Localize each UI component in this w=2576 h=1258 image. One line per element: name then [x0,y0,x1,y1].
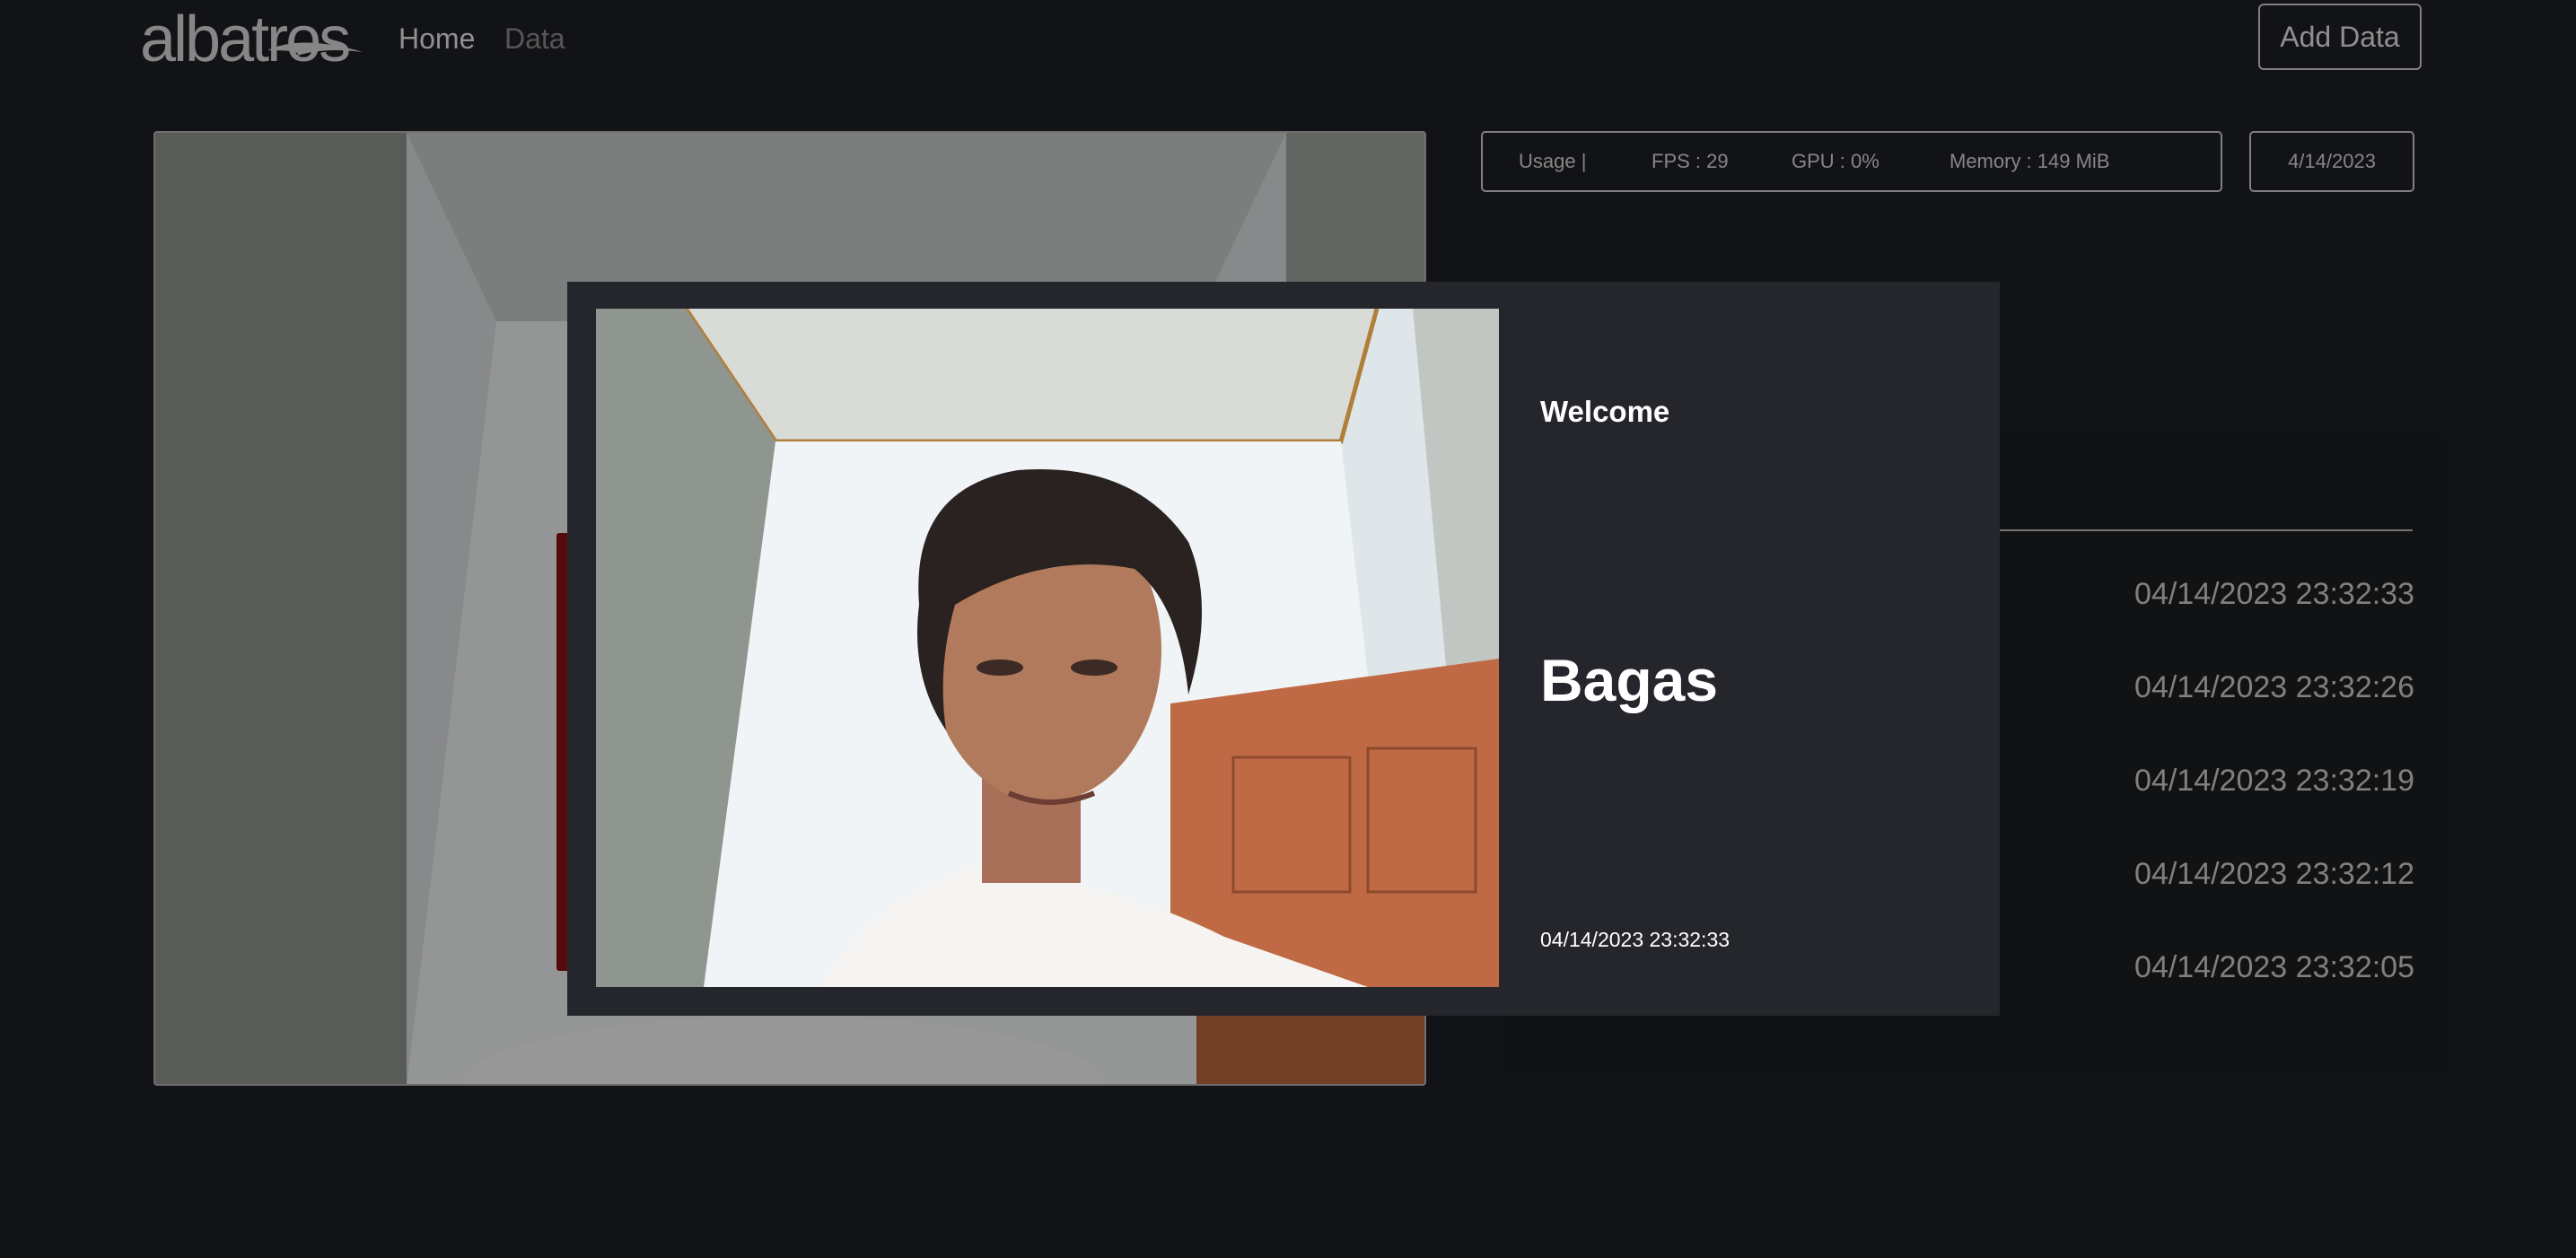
history-entry[interactable]: 04/14/2023 23:32:26 [2134,668,2414,707]
albatros-logo[interactable]: albatros [140,4,364,75]
gpu-value: GPU : 0% [1792,150,1879,172]
add-data-button[interactable]: Add Data [2258,4,2422,70]
memory-value: Memory : 149 MiB [1950,150,2110,172]
date-display: 4/14/2023 [2249,131,2414,192]
bird-swoosh-icon [267,42,363,57]
usage-label: Usage | [1519,150,1587,172]
modal-info: Welcome Bagas 04/14/2023 23:32:33 [1540,282,1971,1016]
navbar: albatros Home Data Add Data [0,0,2576,81]
usage-stats: Usage | FPS : 29 GPU : 0% Memory : 149 M… [1481,131,2222,192]
nav-data-link[interactable]: Data [504,20,565,57]
history-entry[interactable]: 04/14/2023 23:32:33 [2134,574,2414,614]
recognized-name: Bagas [1540,647,1719,713]
nav-home-link[interactable]: Home [399,20,475,57]
captured-face-image [596,309,1499,987]
history-entry[interactable]: 04/14/2023 23:32:05 [2134,948,2414,987]
captured-face-photo [596,309,1499,987]
fps-value: FPS : 29 [1652,150,1729,172]
welcome-heading: Welcome [1540,395,1670,428]
detection-timestamp: 04/14/2023 23:32:33 [1540,928,1730,951]
history-entry[interactable]: 04/14/2023 23:32:12 [2134,854,2414,894]
history-divider [1987,529,2413,531]
welcome-modal[interactable]: Welcome Bagas 04/14/2023 23:32:33 [567,282,2000,1016]
history-entry[interactable]: 04/14/2023 23:32:19 [2134,761,2414,800]
